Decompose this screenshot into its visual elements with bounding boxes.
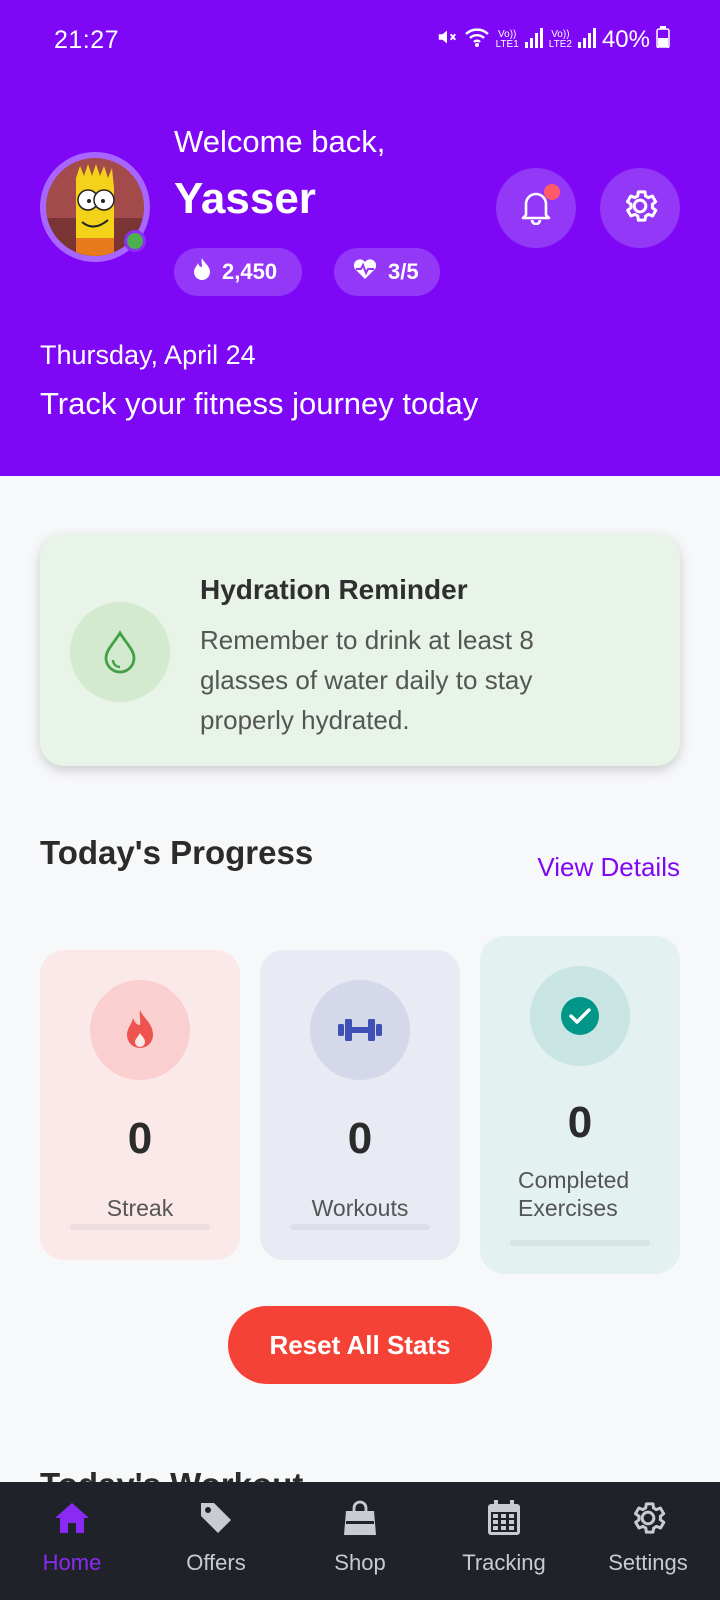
- streak-progress-bar: [70, 1224, 210, 1230]
- avatar[interactable]: [40, 152, 150, 262]
- completed-progress-bar: [510, 1240, 650, 1246]
- signal-bars-icon-1: [524, 27, 543, 54]
- nav-label-tracking: Tracking: [462, 1550, 546, 1575]
- nav-label-settings: Settings: [608, 1550, 688, 1575]
- workouts-progress-bar: [290, 1224, 430, 1230]
- reset-all-stats-button[interactable]: Reset All Stats: [228, 1306, 492, 1384]
- wifi-icon: [464, 26, 490, 54]
- workouts-label: Workouts: [311, 1195, 409, 1221]
- online-status-dot: [124, 230, 146, 252]
- header: 21:27 Vo)) LTE1 Vo)) LTE2 40% Welcome ba…: [0, 0, 720, 476]
- nav-item-home[interactable]: Home: [0, 1482, 144, 1600]
- flame-icon: [192, 257, 212, 287]
- signal-bars-icon-2: [577, 27, 596, 54]
- battery-icon: [656, 26, 670, 54]
- signal-icon-2: Vo)) LTE2: [548, 29, 572, 50]
- status-bar: 21:27 Vo)) LTE1 Vo)) LTE2 40%: [0, 0, 720, 80]
- dumbbell-icon: [310, 980, 410, 1080]
- water-drop-icon: [70, 602, 170, 702]
- current-date: Thursday, April 24: [40, 340, 256, 370]
- workouts-card[interactable]: 0 Workouts: [260, 950, 460, 1260]
- fire-icon: [90, 980, 190, 1080]
- hydration-reminder-card[interactable]: Hydration Reminder Remember to drink at …: [40, 534, 680, 766]
- username: Yasser: [174, 174, 316, 223]
- streak-card[interactable]: 0 Streak: [40, 950, 240, 1260]
- points-badge: 2,450: [174, 248, 302, 296]
- streak-value: 0: [127, 1114, 153, 1163]
- shopping-bag-icon: [340, 1498, 380, 1538]
- completed-value: 0: [567, 1098, 593, 1147]
- view-details-link[interactable]: View Details: [537, 852, 680, 883]
- points-value: 2,450: [222, 259, 278, 284]
- lives-badge: 3/5: [334, 248, 440, 296]
- nav-item-tracking[interactable]: Tracking: [432, 1482, 576, 1600]
- home-icon: [52, 1498, 92, 1538]
- streak-label: Streak: [106, 1195, 174, 1221]
- nav-label-shop: Shop: [334, 1550, 386, 1575]
- tagline: Track your fitness journey today: [40, 386, 479, 421]
- settings-button[interactable]: [600, 168, 680, 248]
- workouts-value: 0: [347, 1114, 373, 1163]
- signal-icon-1: Vo)) LTE1: [495, 29, 519, 50]
- gear-icon: [620, 186, 660, 231]
- welcome-text: Welcome back,: [174, 124, 386, 159]
- heart-pulse-icon: [352, 258, 378, 286]
- notification-dot: [544, 184, 560, 200]
- tag-icon: [196, 1498, 236, 1538]
- nav-label-home: Home: [42, 1550, 102, 1575]
- hydration-title: Hydration Reminder: [200, 574, 468, 605]
- nav-label-offers: Offers: [186, 1550, 246, 1575]
- check-circle-icon: [530, 966, 630, 1066]
- completed-exercises-card[interactable]: 0 Completed Exercises: [480, 936, 680, 1274]
- nav-item-offers[interactable]: Offers: [144, 1482, 288, 1600]
- mute-icon: [436, 26, 458, 54]
- nav-item-shop[interactable]: Shop: [288, 1482, 432, 1600]
- battery-text: 40%: [601, 26, 650, 53]
- lives-value: 3/5: [388, 259, 419, 284]
- bottom-navigation: Home Offers Shop Tracking Settings: [0, 1482, 720, 1600]
- hydration-text: Remember to drink at least 8 glasses of …: [200, 625, 534, 735]
- nav-item-settings[interactable]: Settings: [576, 1482, 720, 1600]
- status-time: 21:27: [54, 26, 120, 54]
- notifications-button[interactable]: [496, 168, 576, 248]
- settings-gear-icon: [628, 1498, 668, 1538]
- progress-section-title: Today's Progress: [40, 834, 314, 871]
- status-icons: Vo)) LTE1 Vo)) LTE2 40%: [436, 26, 670, 54]
- completed-label: Completed Exercises: [518, 1167, 630, 1221]
- calendar-icon: [484, 1498, 524, 1538]
